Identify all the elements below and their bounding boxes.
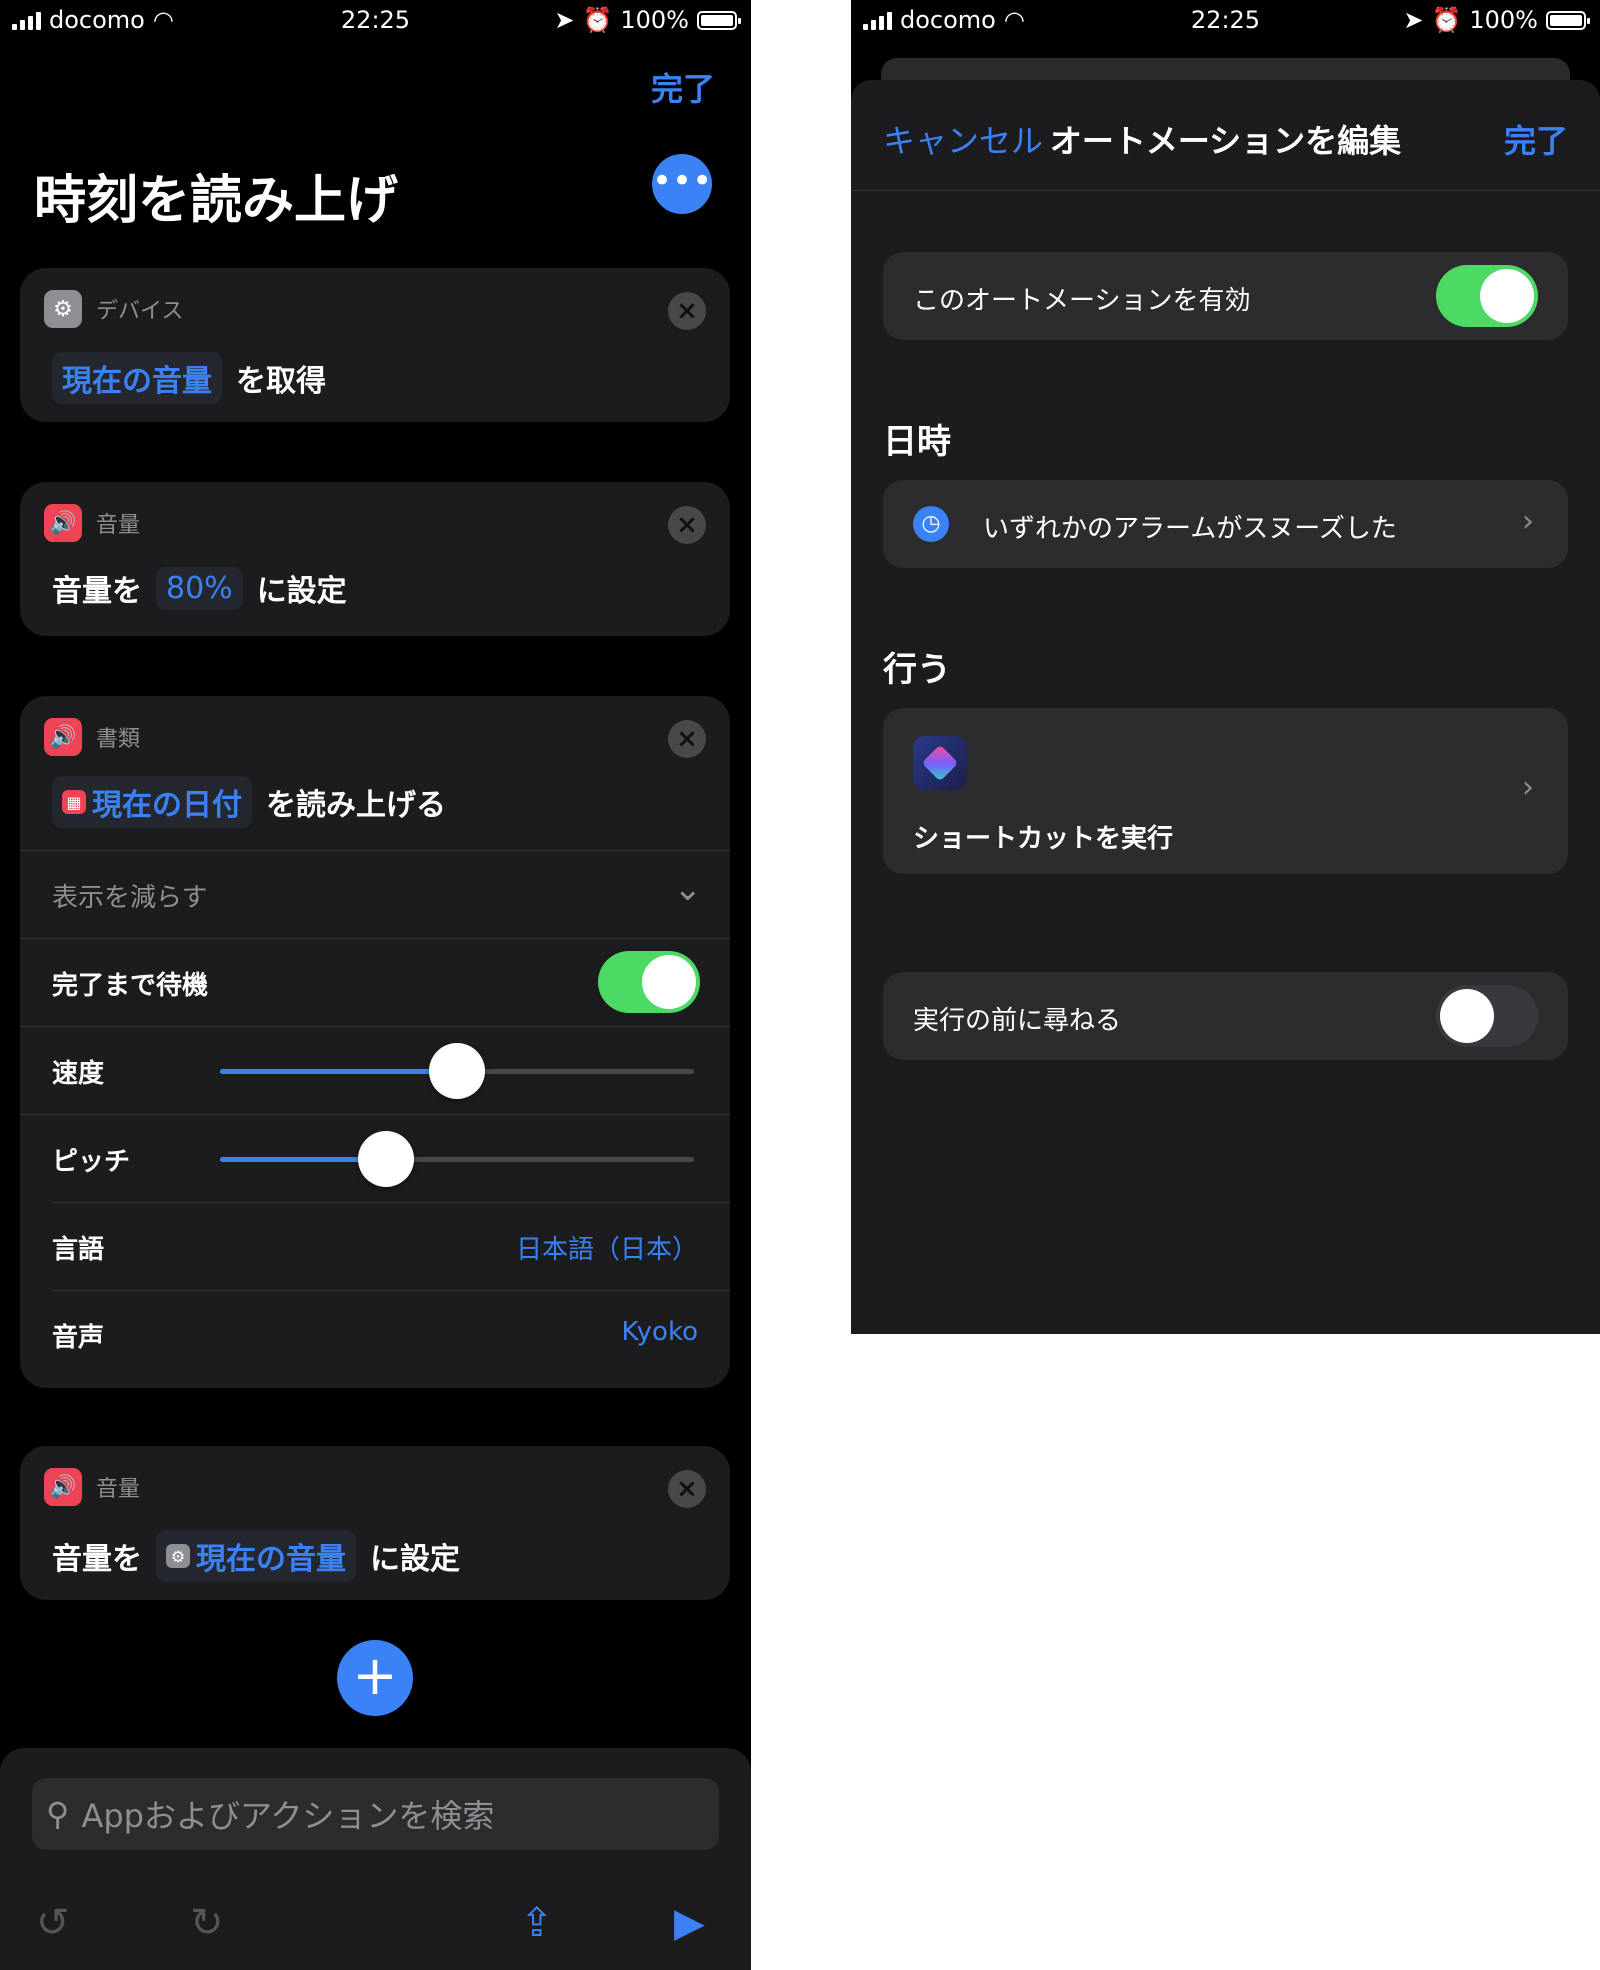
gear-icon: ⚙	[166, 1544, 190, 1568]
alarm-icon: ⏰	[582, 6, 613, 34]
wait-until-finished-row: 完了まで待機	[20, 938, 730, 1027]
status-bar: docomo ◠ 22:25 ➤ ⏰ 100%	[0, 0, 751, 44]
battery-icon	[697, 10, 741, 30]
battery-percent: 100%	[1469, 6, 1538, 34]
chevron-right-icon: ›	[1522, 504, 1534, 539]
action-text: に設定	[256, 574, 347, 609]
pitch-row: ピッチ	[20, 1114, 730, 1203]
add-action-button[interactable]: +	[337, 1640, 413, 1716]
trigger-label: いずれかのアラームがスヌーズした	[983, 514, 1397, 544]
action-card-get-volume[interactable]: ⚙ デバイス × 現在の音量 を取得	[20, 268, 730, 422]
variable-token[interactable]: ⚙ 現在の音量	[156, 1530, 356, 1582]
location-icon: ➤	[554, 6, 575, 34]
nav-bar: キャンセル オートメーションを編集 完了	[851, 80, 1600, 191]
show-less-row[interactable]: 表示を減らす ⌄	[20, 850, 730, 939]
speed-slider[interactable]	[220, 1043, 694, 1099]
action-prefix: 音量を	[52, 574, 142, 609]
clock-icon: ◷	[913, 506, 949, 542]
remove-action-button[interactable]: ×	[668, 292, 706, 330]
enable-automation-row: このオートメーションを有効	[883, 252, 1568, 340]
action-text: を読み上げる	[266, 788, 446, 823]
variable-label: 現在の音量	[196, 1542, 346, 1577]
voice-row[interactable]: 音声 Kyoko	[52, 1290, 730, 1379]
chevron-down-icon: ⌄	[673, 869, 703, 909]
ask-label: 実行の前に尋ねる	[913, 1006, 1122, 1036]
do-section-title: 行う	[883, 650, 951, 690]
voice-value[interactable]: Kyoko	[622, 1317, 699, 1347]
share-icon[interactable]: ⇪	[520, 1900, 554, 1946]
bottom-toolbar: ↺ ↻ ⇪ ▶	[0, 1880, 751, 1970]
action-card-speak[interactable]: 🔊 書類 × ▦ 現在の日付 を読み上げる 表示を減らす ⌄ 完了まで待機 速度	[20, 696, 730, 1388]
shortcut-editor-screen: docomo ◠ 22:25 ➤ ⏰ 100% 完了 時刻を読み上げ ••• ⚙…	[0, 0, 751, 1970]
remove-action-button[interactable]: ×	[668, 1470, 706, 1508]
action-label: ショートカットを実行	[913, 824, 1174, 854]
sheet-title: オートメーションを編集	[1049, 122, 1402, 160]
speed-label: 速度	[52, 1059, 105, 1089]
trigger-row[interactable]: ◷ いずれかのアラームがスヌーズした ›	[883, 480, 1568, 568]
ask-toggle[interactable]	[1436, 985, 1538, 1047]
search-placeholder: Appおよびアクションを検索	[81, 1797, 495, 1835]
redo-icon[interactable]: ↻	[190, 1900, 224, 1946]
ask-before-running-row: 実行の前に尋ねる	[883, 972, 1568, 1060]
chevron-right-icon: ›	[1522, 770, 1534, 805]
language-value[interactable]: 日本語（日本）	[516, 1229, 698, 1266]
action-search-panel: ⚲ Appおよびアクションを検索	[0, 1748, 751, 1880]
speaker-icon: 🔊	[44, 718, 82, 756]
wait-toggle[interactable]	[598, 951, 700, 1013]
calendar-icon: ▦	[62, 790, 86, 814]
when-section-title: 日時	[883, 422, 951, 462]
ellipsis-icon[interactable]: •••	[652, 154, 712, 214]
language-row[interactable]: 言語 日本語（日本）	[52, 1202, 730, 1291]
wait-label: 完了まで待機	[52, 971, 209, 1001]
remove-action-button[interactable]: ×	[668, 720, 706, 758]
search-input[interactable]: ⚲ Appおよびアクションを検索	[32, 1778, 719, 1850]
alarm-icon: ⏰	[1431, 6, 1462, 34]
action-category: 音量	[96, 1477, 141, 1502]
speaker-icon: 🔊	[44, 504, 82, 542]
pitch-label: ピッチ	[52, 1147, 131, 1177]
action-row[interactable]: ショートカットを実行 ›	[883, 708, 1568, 874]
language-label: 言語	[52, 1235, 105, 1265]
battery-icon	[1546, 10, 1590, 30]
enable-label: このオートメーションを有効	[913, 286, 1251, 316]
remove-action-button[interactable]: ×	[668, 506, 706, 544]
enable-toggle[interactable]	[1436, 265, 1538, 327]
action-category: 音量	[96, 513, 141, 538]
battery-percent: 100%	[620, 6, 689, 34]
automation-sheet: キャンセル オートメーションを編集 完了 このオートメーションを有効 日時 ◷ …	[851, 80, 1600, 1334]
volume-value[interactable]: 80%	[156, 566, 243, 610]
action-card-set-volume-current[interactable]: 🔊 音量 × 音量を ⚙ 現在の音量 に設定	[20, 1446, 730, 1600]
edit-automation-screen: docomo ◠ 22:25 ➤ ⏰ 100% キャンセル オートメーションを編…	[851, 0, 1600, 1334]
action-category: 書類	[96, 727, 141, 752]
play-icon[interactable]: ▶	[674, 1900, 705, 1946]
pitch-slider-thumb[interactable]	[357, 1131, 414, 1187]
shortcuts-app-icon	[913, 736, 967, 790]
done-button[interactable]: 完了	[1504, 116, 1568, 162]
variable-token[interactable]: 現在の音量	[52, 352, 222, 404]
status-bar: docomo ◠ 22:25 ➤ ⏰ 100%	[851, 0, 1600, 44]
voice-label: 音声	[52, 1323, 105, 1353]
page-title: 時刻を読み上げ	[34, 171, 399, 231]
action-text: を取得	[236, 364, 326, 399]
pitch-slider[interactable]	[220, 1131, 694, 1187]
variable-label: 現在の日付	[92, 788, 242, 823]
variable-token[interactable]: ▦ 現在の日付	[52, 776, 252, 828]
action-category: デバイス	[96, 299, 184, 324]
location-icon: ➤	[1403, 6, 1424, 34]
speed-slider-thumb[interactable]	[429, 1043, 485, 1099]
undo-icon[interactable]: ↺	[36, 1900, 70, 1946]
done-button[interactable]: 完了	[651, 64, 715, 110]
action-prefix: 音量を	[52, 1542, 142, 1577]
search-icon: ⚲	[46, 1795, 70, 1833]
show-less-label: 表示を減らす	[52, 883, 208, 913]
action-text: に設定	[370, 1542, 460, 1577]
speed-row: 速度	[20, 1026, 730, 1115]
gear-icon: ⚙	[44, 290, 82, 328]
speaker-icon: 🔊	[44, 1468, 82, 1506]
action-card-set-volume[interactable]: 🔊 音量 × 音量を 80% に設定	[20, 482, 730, 636]
